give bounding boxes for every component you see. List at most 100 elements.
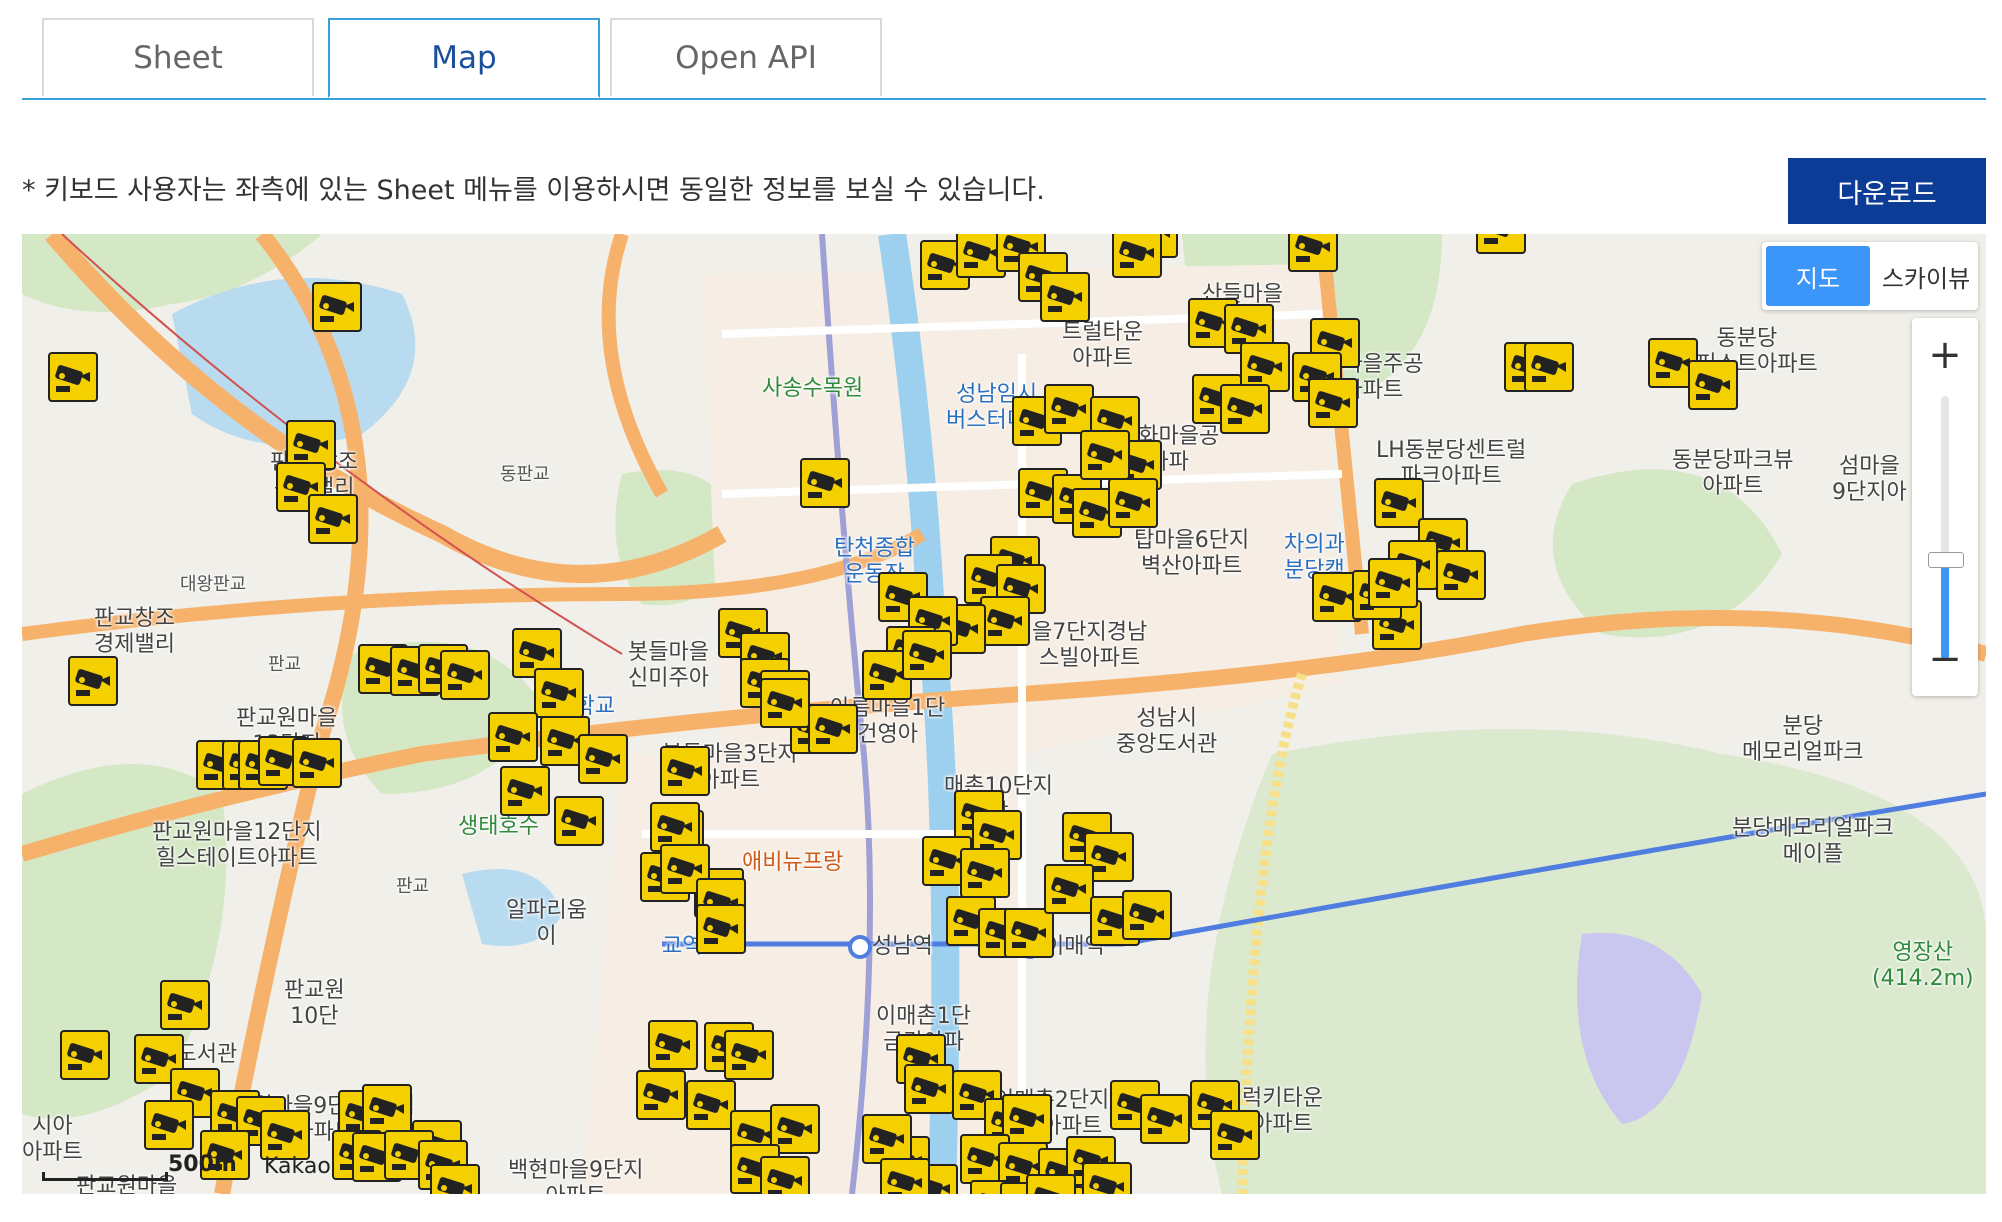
cctv-marker[interactable] — [60, 1030, 110, 1080]
cctv-icon — [660, 746, 710, 796]
cctv-marker[interactable] — [292, 738, 342, 788]
cctv-icon — [1044, 384, 1094, 434]
cctv-marker[interactable] — [1436, 550, 1486, 600]
place-label: 동판교 — [500, 464, 550, 485]
cctv-marker[interactable] — [440, 650, 490, 700]
cctv-icon — [1436, 550, 1486, 600]
cctv-marker[interactable] — [800, 458, 850, 508]
cctv-marker[interactable] — [1220, 384, 1270, 434]
cctv-icon — [534, 668, 584, 718]
zoom-out-button[interactable]: − — [1912, 626, 1978, 692]
cctv-icon — [1108, 478, 1158, 528]
cctv-icon — [1368, 558, 1418, 608]
cctv-marker[interactable] — [260, 1110, 310, 1160]
cctv-marker[interactable] — [1476, 234, 1526, 254]
cctv-marker[interactable] — [500, 766, 550, 816]
cctv-marker[interactable] — [686, 1080, 736, 1130]
cctv-marker[interactable] — [696, 904, 746, 954]
zoom-control: + − — [1912, 318, 1978, 696]
cctv-marker[interactable] — [904, 1064, 954, 1114]
cctv-marker[interactable] — [660, 746, 710, 796]
download-button[interactable]: 다운로드 — [1788, 158, 1986, 224]
cctv-icon — [362, 1084, 412, 1134]
cctv-marker[interactable] — [1044, 384, 1094, 434]
cctv-marker[interactable] — [1308, 378, 1358, 428]
cctv-icon — [686, 1080, 736, 1130]
cctv-marker[interactable] — [488, 712, 538, 762]
cctv-marker[interactable] — [1112, 234, 1162, 278]
cctv-marker[interactable] — [1368, 558, 1418, 608]
cctv-icon — [1044, 864, 1094, 914]
cctv-icon — [636, 1070, 686, 1120]
cctv-icon — [648, 1020, 698, 1070]
cctv-marker[interactable] — [1082, 1162, 1132, 1194]
map-type-control: 지도 스카이뷰 — [1762, 242, 1978, 310]
cctv-marker[interactable] — [902, 630, 952, 680]
cctv-icon — [144, 1100, 194, 1150]
cctv-marker[interactable] — [880, 1158, 930, 1194]
cctv-marker[interactable] — [68, 656, 118, 706]
cctv-icon — [696, 904, 746, 954]
place-label: 시아 아파트 — [22, 1114, 83, 1165]
zoom-in-button[interactable]: + — [1912, 322, 1978, 388]
place-label: 을7단지경남 스빌아파트 — [1032, 620, 1148, 671]
cctv-marker[interactable] — [1288, 234, 1338, 272]
cctv-icon — [1026, 1174, 1076, 1194]
cctv-icon — [1476, 234, 1526, 254]
cctv-icon — [960, 848, 1010, 898]
cctv-marker[interactable] — [308, 494, 358, 544]
zoom-slider-handle[interactable] — [1928, 552, 1964, 568]
cctv-marker[interactable] — [760, 1156, 810, 1194]
map-view[interactable]: 산들마을아파트 트럴타운아파트 사송수목원 성남임시버스터미널 판교 창조경제밸… — [22, 234, 1986, 1194]
cctv-marker[interactable] — [48, 352, 98, 402]
cctv-marker[interactable] — [862, 1114, 912, 1164]
cctv-icon — [48, 352, 98, 402]
cctv-marker[interactable] — [760, 678, 810, 728]
scale-label: 500m — [168, 1152, 237, 1177]
cctv-marker[interactable] — [1140, 1094, 1190, 1144]
cctv-marker[interactable] — [1688, 360, 1738, 410]
tab-open-api[interactable]: Open API — [610, 18, 882, 96]
cctv-marker[interactable] — [362, 1084, 412, 1134]
map-type-skyview-button[interactable]: 스카이뷰 — [1874, 242, 1978, 310]
cctv-marker[interactable] — [430, 1164, 480, 1194]
place-label: 대왕판교 — [180, 574, 247, 595]
cctv-marker[interactable] — [636, 1070, 686, 1120]
cctv-marker[interactable] — [144, 1100, 194, 1150]
scale-bar-line — [42, 1172, 168, 1181]
cctv-marker[interactable] — [980, 596, 1030, 646]
cctv-icon — [1112, 234, 1162, 278]
tab-sheet[interactable]: Sheet — [42, 18, 314, 96]
cctv-icon — [1210, 1110, 1260, 1160]
cctv-icon — [312, 282, 362, 332]
cctv-marker[interactable] — [808, 704, 858, 754]
cctv-marker[interactable] — [1044, 864, 1094, 914]
cctv-marker[interactable] — [160, 980, 210, 1030]
cctv-marker[interactable] — [1026, 1174, 1076, 1194]
keyboard-notice: * 키보드 사용자는 좌측에 있는 Sheet 메뉴를 이용하시면 동일한 정보… — [22, 175, 1045, 206]
place-label: 애비뉴프랑 — [742, 850, 844, 875]
map-type-map-button[interactable]: 지도 — [1766, 246, 1870, 306]
cctv-marker[interactable] — [1210, 1110, 1260, 1160]
place-label: 판교원 10단 — [284, 978, 345, 1029]
place-label: 분당 메모리얼파크 — [1742, 714, 1864, 765]
cctv-marker[interactable] — [1524, 342, 1574, 392]
cctv-marker[interactable] — [1004, 908, 1054, 958]
cctv-marker[interactable] — [960, 848, 1010, 898]
cctv-marker[interactable] — [1108, 478, 1158, 528]
cctv-marker[interactable] — [578, 734, 628, 784]
cctv-marker[interactable] — [554, 796, 604, 846]
cctv-marker[interactable] — [1040, 272, 1090, 322]
tab-map[interactable]: Map — [328, 18, 600, 98]
cctv-marker[interactable] — [534, 668, 584, 718]
cctv-marker[interactable] — [1374, 478, 1424, 528]
cctv-marker[interactable] — [1122, 890, 1172, 940]
cctv-marker[interactable] — [724, 1030, 774, 1080]
cctv-marker[interactable] — [648, 1020, 698, 1070]
cctv-marker[interactable] — [1080, 430, 1130, 480]
place-label: 봇들마을 신미주아 — [628, 640, 709, 691]
cctv-icon — [160, 980, 210, 1030]
place-label: 사송수목원 — [762, 376, 864, 401]
cctv-icon — [1082, 1162, 1132, 1194]
cctv-marker[interactable] — [312, 282, 362, 332]
